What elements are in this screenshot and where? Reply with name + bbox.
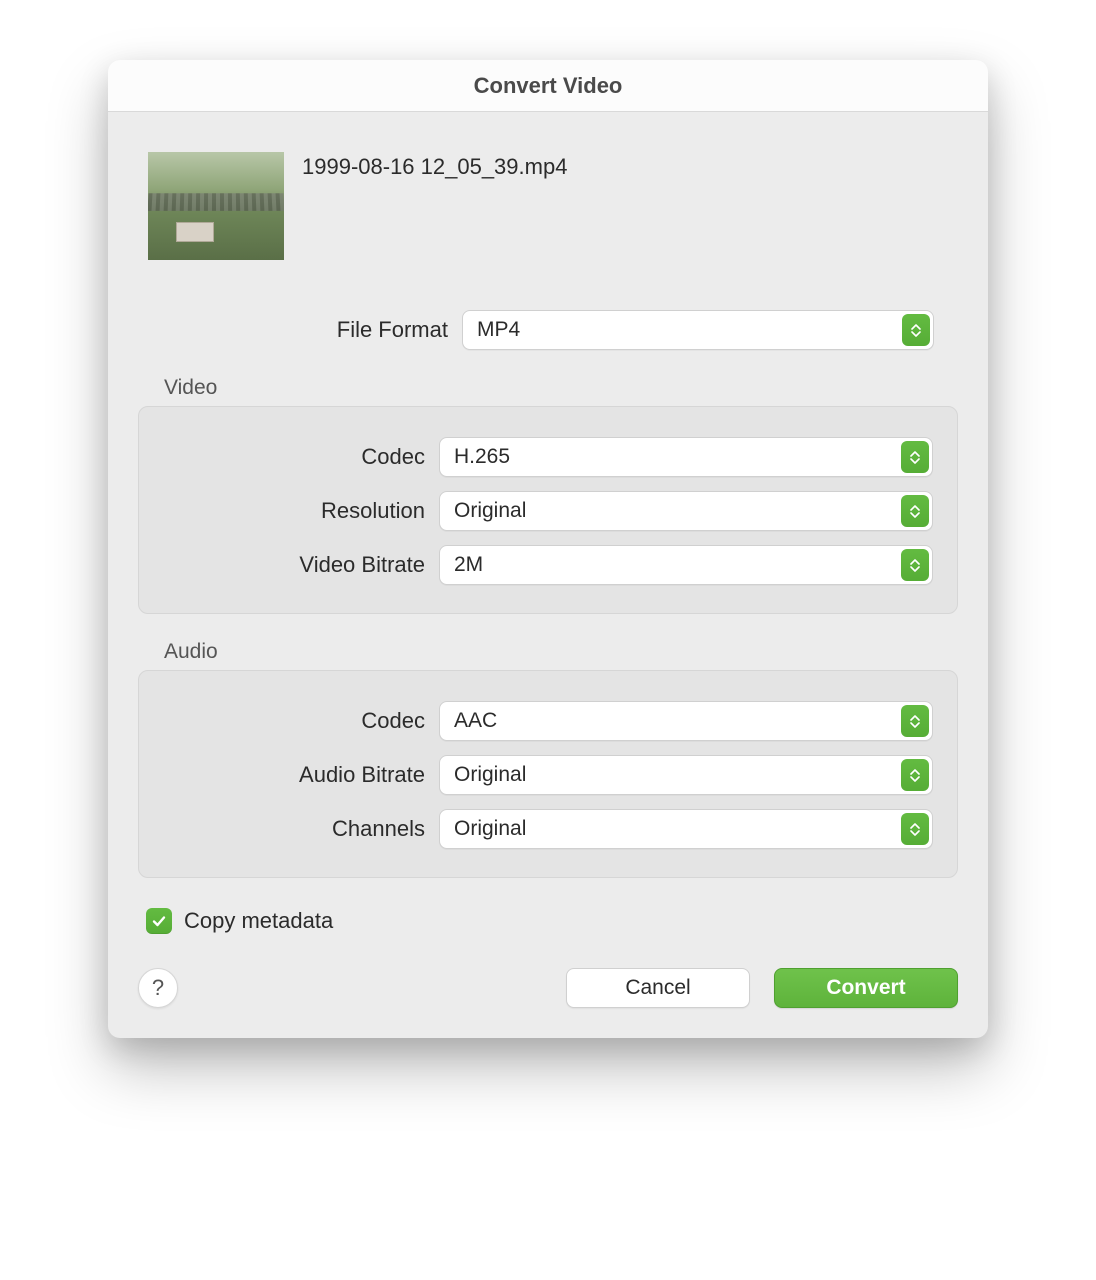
- audio-bitrate-value: Original: [454, 763, 526, 787]
- file-format-select[interactable]: MP4: [462, 310, 934, 350]
- video-resolution-row: Resolution Original: [163, 491, 933, 531]
- audio-group: Codec AAC Audio Bitrate Original: [138, 670, 958, 878]
- dialog-content: 1999-08-16 12_05_39.mp4 File Format MP4 …: [108, 112, 988, 1038]
- convert-button-label: Convert: [826, 976, 905, 1000]
- select-stepper-icon: [901, 495, 929, 527]
- video-codec-label: Codec: [163, 444, 439, 470]
- audio-channels-row: Channels Original: [163, 809, 933, 849]
- audio-group-label: Audio: [164, 640, 958, 664]
- select-stepper-icon: [901, 441, 929, 473]
- audio-codec-label: Codec: [163, 708, 439, 734]
- copy-metadata-label: Copy metadata: [184, 908, 333, 934]
- audio-codec-row: Codec AAC: [163, 701, 933, 741]
- audio-channels-label: Channels: [163, 816, 439, 842]
- filename-label: 1999-08-16 12_05_39.mp4: [302, 152, 567, 180]
- video-resolution-select[interactable]: Original: [439, 491, 933, 531]
- video-bitrate-select[interactable]: 2M: [439, 545, 933, 585]
- file-format-row: File Format MP4: [162, 310, 934, 350]
- cancel-button-label: Cancel: [625, 976, 690, 1000]
- select-stepper-icon: [901, 759, 929, 791]
- help-icon: ?: [152, 975, 164, 1001]
- dialog-title: Convert Video: [108, 73, 988, 99]
- convert-video-dialog: Convert Video 1999-08-16 12_05_39.mp4 Fi…: [108, 60, 988, 1038]
- file-format-value: MP4: [477, 318, 520, 342]
- convert-button[interactable]: Convert: [774, 968, 958, 1008]
- video-bitrate-value: 2M: [454, 553, 483, 577]
- select-stepper-icon: [901, 705, 929, 737]
- video-bitrate-label: Video Bitrate: [163, 552, 439, 578]
- audio-bitrate-row: Audio Bitrate Original: [163, 755, 933, 795]
- audio-bitrate-select[interactable]: Original: [439, 755, 933, 795]
- file-format-label: File Format: [162, 317, 462, 343]
- video-codec-value: H.265: [454, 445, 510, 469]
- audio-bitrate-label: Audio Bitrate: [163, 762, 439, 788]
- audio-codec-value: AAC: [454, 709, 497, 733]
- video-group: Codec H.265 Resolution Original: [138, 406, 958, 614]
- help-button[interactable]: ?: [138, 968, 178, 1008]
- audio-codec-select[interactable]: AAC: [439, 701, 933, 741]
- copy-metadata-row[interactable]: Copy metadata: [146, 908, 958, 934]
- checkmark-icon: [151, 913, 167, 929]
- video-resolution-label: Resolution: [163, 498, 439, 524]
- cancel-button[interactable]: Cancel: [566, 968, 750, 1008]
- video-codec-select[interactable]: H.265: [439, 437, 933, 477]
- video-bitrate-row: Video Bitrate 2M: [163, 545, 933, 585]
- audio-channels-value: Original: [454, 817, 526, 841]
- copy-metadata-checkbox[interactable]: [146, 908, 172, 934]
- file-info-row: 1999-08-16 12_05_39.mp4: [138, 152, 958, 260]
- video-group-label: Video: [164, 376, 958, 400]
- select-stepper-icon: [901, 813, 929, 845]
- audio-channels-select[interactable]: Original: [439, 809, 933, 849]
- titlebar: Convert Video: [108, 60, 988, 112]
- video-resolution-value: Original: [454, 499, 526, 523]
- dialog-footer: ? Cancel Convert: [138, 968, 958, 1008]
- select-stepper-icon: [901, 549, 929, 581]
- select-stepper-icon: [902, 314, 930, 346]
- video-codec-row: Codec H.265: [163, 437, 933, 477]
- video-thumbnail: [148, 152, 284, 260]
